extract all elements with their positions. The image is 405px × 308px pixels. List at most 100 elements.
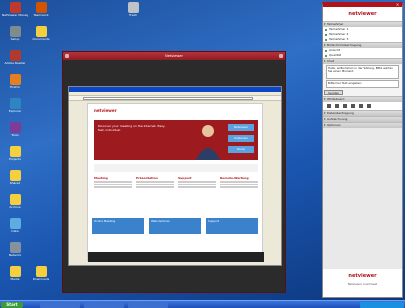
status-dot-icon xyxy=(325,54,327,57)
desktop-icon[interactable]: Documents xyxy=(28,26,54,42)
status-dot-icon xyxy=(325,38,327,41)
section-header[interactable]: ▾ Aufzeichnung xyxy=(323,117,402,122)
taskbar: Start xyxy=(0,300,405,308)
desktop-icon[interactable]: Downloads xyxy=(28,266,54,282)
column-meeting[interactable]: Meeting xyxy=(94,176,132,208)
browser-address-bar[interactable] xyxy=(69,96,281,101)
send-button[interactable]: Senden xyxy=(324,90,344,95)
app-icon xyxy=(127,2,139,13)
section-header[interactable]: ▾ Dateiübertragung xyxy=(323,111,402,116)
viewer-title: Netviewer xyxy=(165,54,183,58)
app-icon xyxy=(9,146,21,157)
window-menu-icon[interactable] xyxy=(65,54,69,58)
column-presentation[interactable]: Präsentation xyxy=(136,176,174,208)
desktop-icon-label: Data xyxy=(11,230,19,233)
desktop-icon-label: Adobe Reader xyxy=(4,62,26,65)
url-field[interactable] xyxy=(83,97,253,100)
section-title: Dateiübertragung xyxy=(327,111,354,115)
desktop-icon[interactable]: Projects xyxy=(2,146,28,162)
section-header[interactable]: ▾ Chat xyxy=(323,59,402,64)
app-icon xyxy=(9,266,21,277)
hero-button-3[interactable]: Demo xyxy=(228,146,254,153)
desktop-icon[interactable]: NetViewer Manager xyxy=(2,2,28,18)
system-tray[interactable] xyxy=(360,302,404,308)
app-icon xyxy=(9,194,21,205)
eraser-icon[interactable] xyxy=(367,104,371,108)
app-icon xyxy=(9,122,21,133)
chevron-down-icon[interactable]: ▾ xyxy=(324,123,326,128)
column-remote[interactable]: Remote-Wartung xyxy=(220,176,258,208)
rectangle-icon[interactable] xyxy=(343,104,347,108)
status-dot-icon xyxy=(325,28,327,31)
chevron-down-icon[interactable]: ▾ xyxy=(324,111,326,116)
app-icon xyxy=(35,26,47,37)
chat-input[interactable]: Bitte hier Text eingeben xyxy=(326,80,399,88)
desktop-icon[interactable]: Archive xyxy=(2,194,28,210)
person-image xyxy=(196,125,220,160)
desktop-icon-label: Firefox xyxy=(10,86,20,89)
section-title: Bildschirmübertragung xyxy=(327,43,362,47)
taskbar-item[interactable] xyxy=(128,302,168,308)
taskbar-item[interactable] xyxy=(84,302,124,308)
panel-section: ▾ Chat Hallo, willkommen in der Sitzung. B… xyxy=(323,58,402,96)
desktop-icon[interactable]: Shared xyxy=(2,170,28,186)
hero-button-2[interactable]: Kostenlos xyxy=(228,135,254,142)
section-row[interactable]: Teilnehmer 3 xyxy=(323,37,402,42)
app-icon xyxy=(9,2,21,13)
panel-logo: netviewer xyxy=(323,7,402,21)
close-icon[interactable] xyxy=(279,54,283,58)
tile-support[interactable]: Support xyxy=(206,218,258,234)
web-page: netviewer Discover your meeting on the I… xyxy=(87,103,264,262)
desktop-icon[interactable]: Setup xyxy=(2,26,28,42)
ellipse-icon[interactable] xyxy=(351,104,355,108)
column-support[interactable]: Support xyxy=(178,176,216,208)
desktop-icon[interactable]: Tools xyxy=(2,122,28,138)
section-header[interactable]: ▾ Optionen xyxy=(323,123,402,128)
desktop-icon[interactable]: Teamwork xyxy=(28,2,54,18)
desktop-icon[interactable]: Firefox xyxy=(2,74,28,90)
viewer-title-bar[interactable]: Netviewer xyxy=(63,52,285,60)
desktop-icon-label: Network xyxy=(8,254,22,257)
chevron-down-icon[interactable]: ▾ xyxy=(324,117,326,122)
section-row[interactable]: Qualität xyxy=(323,53,402,58)
netviewer-session-window[interactable]: Netviewer netviewer Discover your meetin… xyxy=(62,51,286,293)
desktop-icon[interactable]: Media xyxy=(2,266,28,282)
tile-meeting[interactable]: Online Meeting xyxy=(92,218,144,234)
desktop-icon-label: Media xyxy=(10,278,20,281)
section-title: Whiteboard xyxy=(327,97,345,101)
desktop-icon[interactable]: Explorer xyxy=(2,98,28,114)
remote-screen[interactable]: netviewer Discover your meeting on the I… xyxy=(68,86,282,266)
panel-section: ▾ Teilnehmer Teilnehmer 1 Teilnehmer 2 Teiln… xyxy=(323,21,402,42)
desktop-icon[interactable]: Network xyxy=(2,242,28,258)
site-logo[interactable]: netviewer xyxy=(94,108,124,114)
site-footer xyxy=(88,252,264,262)
chevron-down-icon[interactable]: ▾ xyxy=(324,59,326,64)
app-icon xyxy=(9,170,21,181)
start-button[interactable]: Start xyxy=(1,302,23,308)
app-icon xyxy=(35,2,47,13)
row-label: Teilnehmer 2 xyxy=(329,32,349,36)
row-label: Teilnehmer 1 xyxy=(329,27,349,31)
desktop-icon-label: Archive xyxy=(9,206,21,209)
row-label: Qualität xyxy=(329,53,341,57)
desktop-icon[interactable]: Adobe Reader xyxy=(2,50,28,66)
hero-text: Discover your meeting on the Internet. E… xyxy=(98,124,166,132)
taskbar-item[interactable] xyxy=(40,302,80,308)
desktop-icon[interactable]: Trash xyxy=(120,2,146,18)
close-icon[interactable]: × xyxy=(395,2,400,7)
hero-button-1[interactable]: Netviewer xyxy=(228,124,254,131)
pencil-icon[interactable] xyxy=(327,104,331,108)
line-icon[interactable] xyxy=(335,104,339,108)
desktop-icon-label: Documents xyxy=(32,38,50,41)
tile-webinar[interactable]: Web-Seminar xyxy=(149,218,201,234)
desktop-icon-label: Explorer xyxy=(8,110,22,113)
desktop-icon[interactable]: Data xyxy=(2,218,28,234)
desktop-icon-label: Projects xyxy=(9,158,21,161)
status-dot-icon xyxy=(325,33,327,36)
desktop-icon-label: Teamwork xyxy=(33,14,49,17)
app-icon xyxy=(9,242,21,253)
whiteboard-tools xyxy=(323,102,402,110)
panel-section: ▾ Dateiübertragung xyxy=(323,110,402,116)
text-icon[interactable] xyxy=(359,104,363,108)
desktop-icon-label: Trash xyxy=(129,14,137,17)
